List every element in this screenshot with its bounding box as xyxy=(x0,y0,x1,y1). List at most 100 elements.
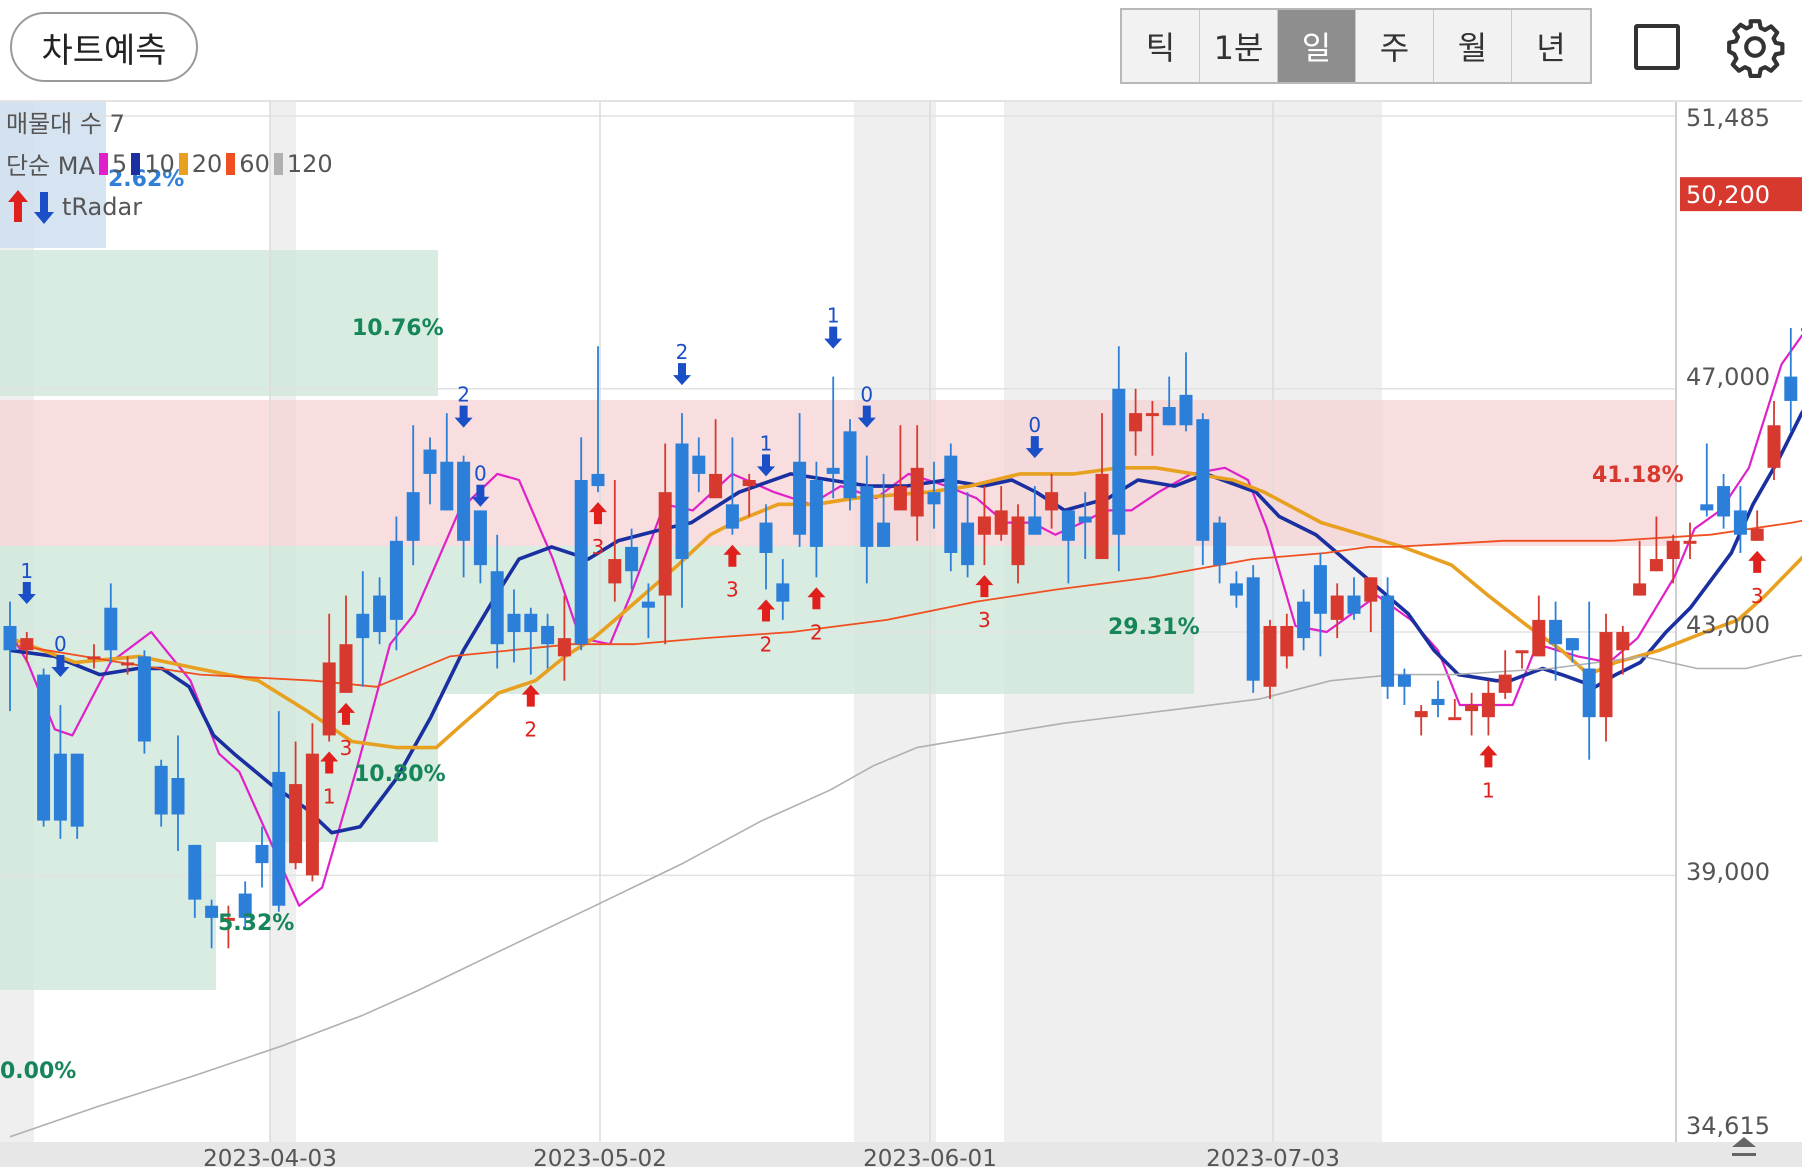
candle-body xyxy=(3,625,17,651)
candle-body xyxy=(1078,516,1092,523)
candle-body xyxy=(272,771,286,906)
candle xyxy=(1599,613,1613,742)
candle xyxy=(1481,680,1495,736)
candle xyxy=(1381,577,1395,699)
candle-body xyxy=(742,479,756,487)
candle-body xyxy=(1179,394,1193,426)
candle xyxy=(1498,650,1512,699)
candle-body xyxy=(1045,492,1059,511)
candle-body xyxy=(692,455,706,474)
candle xyxy=(70,753,84,839)
candle-body xyxy=(1532,619,1546,657)
candle-body xyxy=(339,644,353,693)
candle xyxy=(1582,601,1596,760)
candle-body xyxy=(1162,407,1176,426)
ma120-label: 120 xyxy=(286,149,333,178)
candle-body xyxy=(87,656,101,660)
candle-body xyxy=(1330,595,1344,620)
candle-body xyxy=(37,674,51,821)
candle-body xyxy=(289,784,303,864)
candle-body xyxy=(1095,473,1109,560)
candle-body xyxy=(507,613,521,633)
candle-body xyxy=(1028,516,1042,535)
candle-body xyxy=(1414,711,1428,718)
buy-signal-count: 3 xyxy=(1751,584,1764,608)
candle-body xyxy=(137,656,151,742)
candle-body xyxy=(809,479,823,547)
candle-body xyxy=(457,461,471,541)
candle-body xyxy=(255,844,269,864)
candle-body xyxy=(1364,577,1378,602)
candle-body xyxy=(1246,577,1260,681)
candle-body xyxy=(1297,601,1311,639)
candle xyxy=(944,443,958,572)
candle-body xyxy=(877,522,891,547)
candle-body xyxy=(608,559,622,584)
candle-body xyxy=(1465,705,1479,712)
candle-body xyxy=(994,510,1008,535)
candle-body xyxy=(1582,668,1596,718)
date-tick-label: 2023-04-03 xyxy=(203,1146,337,1167)
candle-body xyxy=(1616,632,1630,651)
buy-signal-count: 3 xyxy=(726,578,739,602)
date-tick-label: 2023-05-02 xyxy=(533,1146,667,1167)
tradar-legend: tRadar xyxy=(6,188,142,226)
percent-label: 5.32% xyxy=(218,911,294,936)
sell-arrow-icon xyxy=(673,363,691,386)
candle-body xyxy=(574,479,588,645)
candle-body xyxy=(121,662,135,666)
green-zone-bottom xyxy=(0,842,216,990)
volume-profile-legend: 매물대 수 7 xyxy=(6,110,125,138)
price-tick-label: 34,615 xyxy=(1686,1112,1770,1140)
candle-body xyxy=(205,905,219,918)
buy-signal-count: 3 xyxy=(592,535,605,559)
candle-body xyxy=(977,516,991,535)
candle-body xyxy=(1733,510,1747,535)
price-tick-label: 51,485 xyxy=(1686,104,1770,132)
candle-body xyxy=(1313,565,1327,614)
candle-body xyxy=(1229,583,1243,596)
candle-body xyxy=(961,522,975,566)
price-axis: 51,485 47,000 43,000 39,000 34,615 50,200 xyxy=(1680,104,1802,1140)
candle-body xyxy=(1717,486,1731,517)
date-tick-label: 2023-06-01 xyxy=(863,1146,997,1167)
candle xyxy=(37,668,51,827)
candle-body xyxy=(1061,510,1075,541)
candle-body xyxy=(1649,559,1663,572)
candle xyxy=(1246,565,1260,693)
price-tick-label: 47,000 xyxy=(1686,363,1770,391)
sell-signal-count: 0 xyxy=(1028,413,1041,437)
price-tick-label: 39,000 xyxy=(1686,858,1770,886)
candle xyxy=(1700,443,1714,517)
date-tick-label: 2023-07-03 xyxy=(1206,1146,1340,1167)
candle-body xyxy=(1347,595,1361,614)
sell-signal-count: 1 xyxy=(760,431,773,455)
candle-body xyxy=(944,455,958,553)
candle xyxy=(1515,650,1529,669)
sell-signal-count: 1 xyxy=(827,304,840,328)
ma120-swatch xyxy=(273,152,283,175)
candle-body xyxy=(675,443,689,560)
buy-arrow-icon xyxy=(1748,550,1767,573)
candle xyxy=(137,650,151,754)
candle-body xyxy=(1599,632,1613,718)
candle-body xyxy=(188,844,202,900)
candle-body xyxy=(709,473,723,499)
sell-signal-count: 2 xyxy=(457,383,470,407)
candle-body xyxy=(53,753,67,821)
buy-signal-count: 3 xyxy=(340,736,353,760)
candle-body xyxy=(1767,425,1781,468)
ma10-swatch xyxy=(131,152,141,175)
candle-body xyxy=(1565,638,1579,651)
candle-body xyxy=(658,492,672,596)
candle-body xyxy=(1448,717,1462,721)
price-tick-label: 43,000 xyxy=(1686,611,1770,639)
candle xyxy=(1532,595,1546,657)
candle-body xyxy=(1381,595,1395,687)
candle-body xyxy=(591,473,605,487)
candle-body xyxy=(1213,522,1227,566)
candle-body xyxy=(473,510,487,566)
candle xyxy=(1750,510,1764,541)
ma10-label: 10 xyxy=(144,149,175,178)
candle xyxy=(1717,473,1731,529)
